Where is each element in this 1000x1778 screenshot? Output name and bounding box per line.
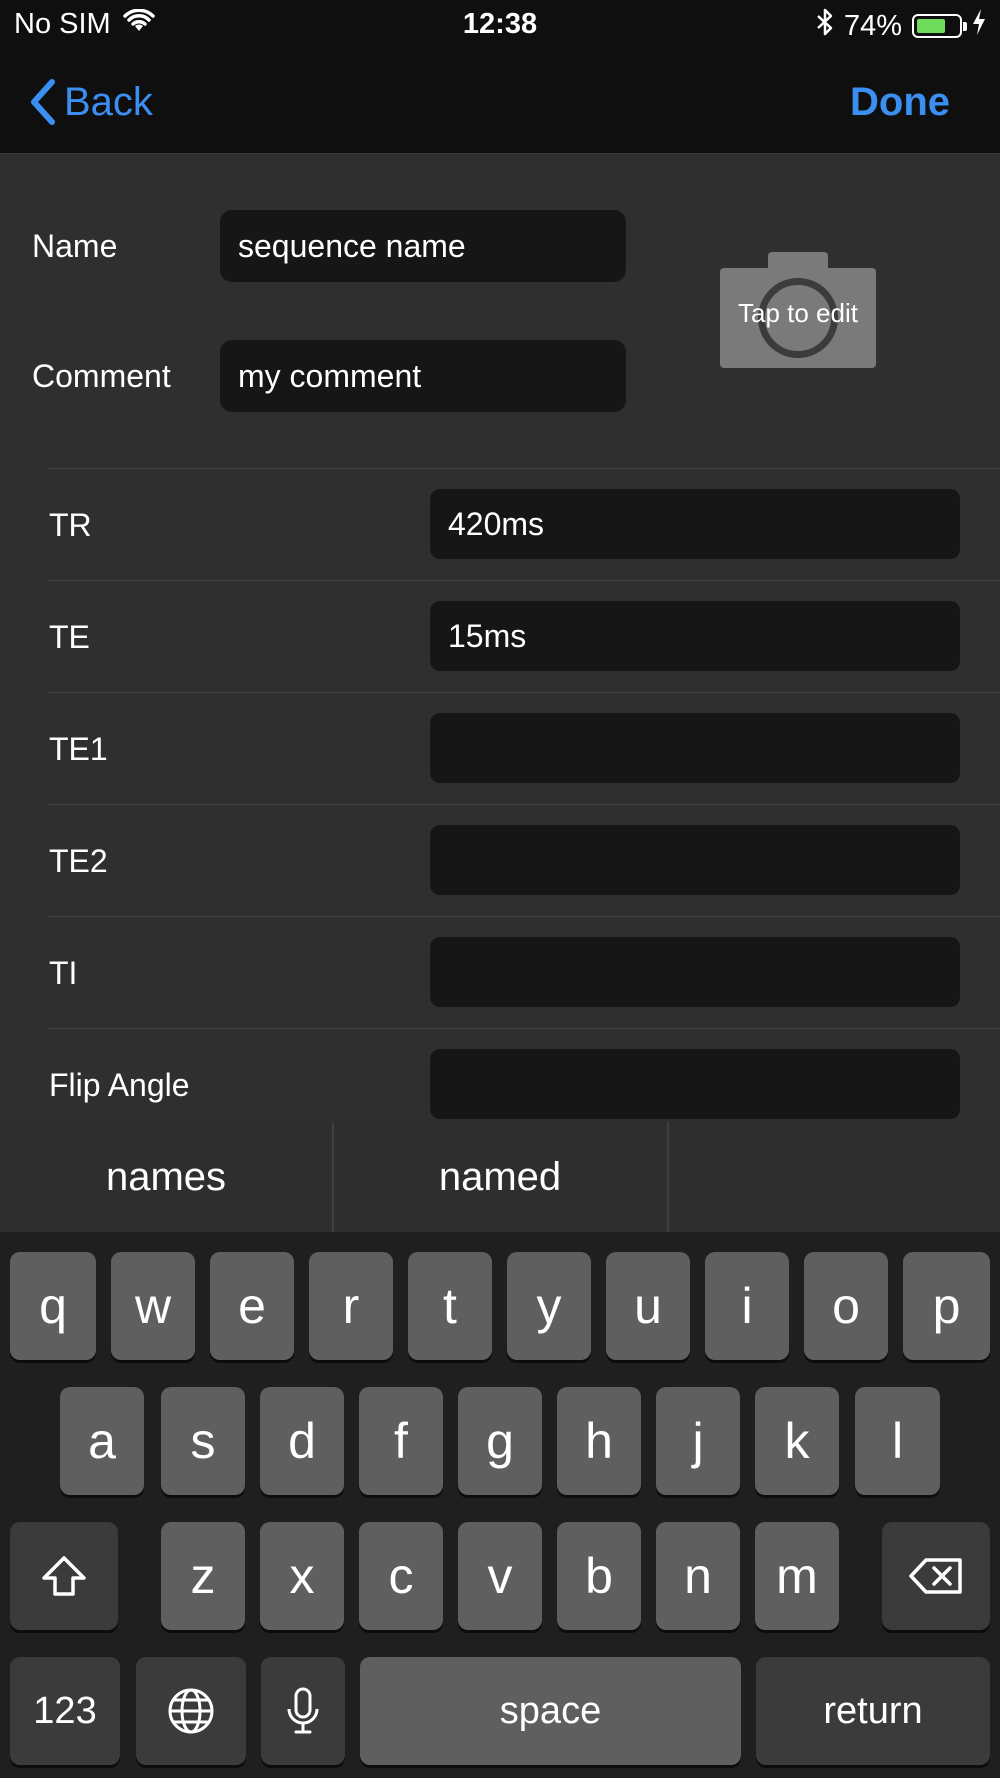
name-label: Name <box>32 228 118 264</box>
parameter-row-flip-angle: Flip Angle <box>48 1028 1000 1122</box>
key-w[interactable]: w <box>111 1252 195 1360</box>
space-key[interactable]: space <box>360 1657 741 1765</box>
te1-field[interactable] <box>430 713 960 783</box>
key-c[interactable]: c <box>359 1522 443 1630</box>
key-h[interactable]: h <box>557 1387 641 1495</box>
key-a[interactable]: a <box>60 1387 144 1495</box>
tr-field[interactable]: 420ms <box>430 489 960 559</box>
charging-icon <box>972 9 986 43</box>
row-label: Flip Angle <box>49 1067 190 1103</box>
status-bar: No SIM 12:38 74% <box>0 0 1000 50</box>
parameter-row-te1: TE1 <box>48 692 1000 804</box>
photo-caption: Tap to edit <box>738 298 858 328</box>
numbers-key[interactable]: 123 <box>10 1657 120 1765</box>
battery-fill <box>917 19 946 33</box>
key-z[interactable]: z <box>161 1522 245 1630</box>
microphone-icon <box>287 1687 319 1734</box>
key-e[interactable]: e <box>210 1252 294 1360</box>
key-k[interactable]: k <box>755 1387 839 1495</box>
row-label: TR <box>49 507 92 543</box>
status-right: 74% <box>816 8 986 44</box>
te-field[interactable]: 15ms <box>430 601 960 671</box>
key-r[interactable]: r <box>309 1252 393 1360</box>
sequence-form: Name sequence name Comment my comment Ta… <box>0 154 1000 1122</box>
suggestion-item[interactable]: named <box>334 1122 666 1232</box>
comment-field[interactable]: my comment <box>220 340 626 412</box>
globe-key[interactable] <box>136 1657 246 1765</box>
name-field[interactable]: sequence name <box>220 210 626 282</box>
key-q[interactable]: q <box>10 1252 96 1360</box>
navigation-bar: Back Done <box>0 50 1000 154</box>
comment-label: Comment <box>32 358 171 394</box>
key-p[interactable]: p <box>903 1252 990 1360</box>
photo-button[interactable]: Tap to edit <box>720 252 876 368</box>
key-u[interactable]: u <box>606 1252 690 1360</box>
globe-icon <box>168 1688 214 1734</box>
shift-icon <box>42 1556 86 1596</box>
flip-angle-field[interactable] <box>430 1049 960 1119</box>
key-t[interactable]: t <box>408 1252 492 1360</box>
battery-icon <box>912 14 967 38</box>
row-label: TE1 <box>49 731 108 767</box>
suggestion-bar: names named <box>0 1122 1000 1232</box>
key-y[interactable]: y <box>507 1252 591 1360</box>
row-label: TE <box>49 619 90 655</box>
parameter-row-ti: TI <box>48 916 1000 1028</box>
microphone-key[interactable] <box>261 1657 345 1765</box>
row-label: TE2 <box>49 843 108 879</box>
key-x[interactable]: x <box>260 1522 344 1630</box>
key-v[interactable]: v <box>458 1522 542 1630</box>
key-i[interactable]: i <box>705 1252 789 1360</box>
key-f[interactable]: f <box>359 1387 443 1495</box>
key-o[interactable]: o <box>804 1252 888 1360</box>
back-label: Back <box>64 79 153 124</box>
key-m[interactable]: m <box>755 1522 839 1630</box>
back-button[interactable]: Back <box>28 78 153 126</box>
delete-key[interactable] <box>882 1522 990 1630</box>
backspace-icon <box>909 1558 962 1594</box>
ti-field[interactable] <box>430 937 960 1007</box>
suggestion-item[interactable]: names <box>0 1122 332 1232</box>
key-l[interactable]: l <box>855 1387 940 1495</box>
key-b[interactable]: b <box>557 1522 641 1630</box>
parameter-row-tr: TR 420ms <box>48 468 1000 580</box>
row-label: TI <box>49 955 78 991</box>
bluetooth-icon <box>816 8 834 44</box>
key-s[interactable]: s <box>161 1387 245 1495</box>
chevron-left-icon <box>31 79 55 125</box>
keyboard: q w e r t y u i o p a s d f g h j k l z … <box>0 1232 1000 1778</box>
key-d[interactable]: d <box>260 1387 344 1495</box>
key-j[interactable]: j <box>656 1387 740 1495</box>
suggestion-item[interactable] <box>669 1122 1000 1232</box>
parameter-row-te: TE 15ms <box>48 580 1000 692</box>
parameter-row-te2: TE2 <box>48 804 1000 916</box>
key-g[interactable]: g <box>458 1387 542 1495</box>
key-n[interactable]: n <box>656 1522 740 1630</box>
shift-key[interactable] <box>10 1522 118 1630</box>
te2-field[interactable] <box>430 825 960 895</box>
battery-percent: 74% <box>843 9 902 42</box>
return-key[interactable]: return <box>756 1657 990 1765</box>
done-button[interactable]: Done <box>850 80 950 125</box>
